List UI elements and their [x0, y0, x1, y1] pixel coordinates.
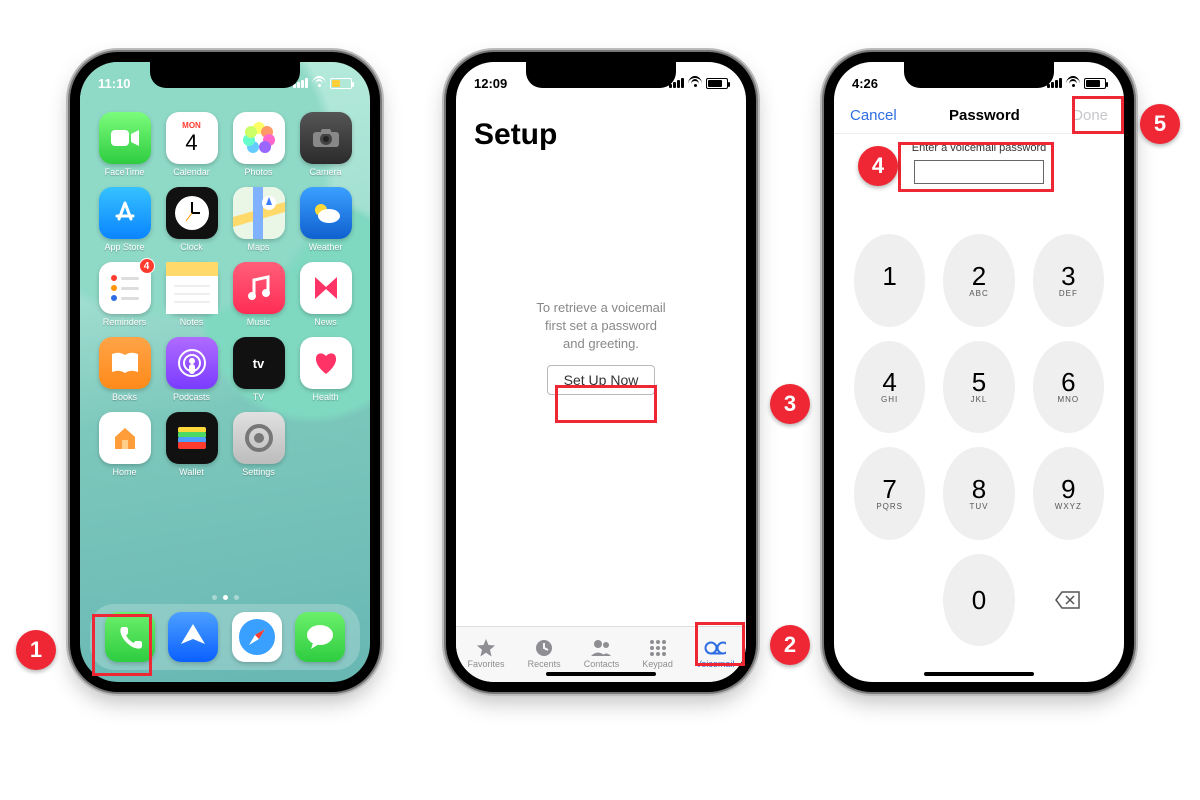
mail-icon [168, 612, 218, 662]
home-app-grid: FaceTime MON 4 Calendar [80, 106, 370, 477]
app-books[interactable]: Books [94, 337, 155, 402]
weather-icon [300, 187, 352, 239]
dock-messages[interactable] [295, 612, 345, 662]
app-maps[interactable]: Maps [228, 187, 289, 252]
star-icon [475, 639, 497, 657]
phone-2-setup: 12:09 Setup To retrieve a voicemail firs… [446, 52, 756, 692]
callout-5: 5 [1140, 104, 1180, 144]
callout-1: 1 [16, 630, 56, 670]
notch-icon [150, 62, 300, 88]
podcasts-icon [166, 337, 218, 389]
number-keypad: 1 2ABC 3DEF 4GHI 5JKL 6MNO 7PQRS 8TUV 9W… [834, 222, 1124, 660]
key-8[interactable]: 8TUV [943, 447, 1014, 540]
status-time: 12:09 [474, 76, 507, 91]
safari-icon [232, 612, 282, 662]
keypad-icon [647, 639, 669, 657]
dock-safari[interactable] [232, 612, 282, 662]
home-indicator [546, 672, 656, 676]
key-3[interactable]: 3DEF [1033, 234, 1104, 327]
notch-icon [904, 62, 1054, 88]
backspace-icon [1055, 591, 1081, 609]
app-home[interactable]: Home [94, 412, 155, 477]
battery-icon [1084, 78, 1106, 89]
calendar-icon: MON 4 [166, 112, 218, 164]
appstore-icon [99, 187, 151, 239]
facetime-icon [99, 112, 151, 164]
key-0[interactable]: 0 [943, 554, 1014, 647]
home-indicator [924, 672, 1034, 676]
app-notes[interactable]: Notes [161, 262, 222, 327]
wifi-icon [688, 78, 702, 88]
key-7[interactable]: 7PQRS [854, 447, 925, 540]
app-news[interactable]: News [295, 262, 356, 327]
nav-title: Password [949, 107, 1020, 124]
app-weather[interactable]: Weather [295, 187, 356, 252]
app-tv[interactable]: tv TV [228, 337, 289, 402]
tutorial-stage: 11:10 FaceTime MON [0, 0, 1200, 800]
photos-icon [233, 112, 285, 164]
app-health[interactable]: Health [295, 337, 356, 402]
key-2[interactable]: 2ABC [943, 234, 1014, 327]
setup-message: To retrieve a voicemail first set a pass… [536, 299, 665, 354]
tab-recents[interactable]: Recents [528, 639, 561, 669]
callout-4: 4 [858, 146, 898, 186]
tab-keypad[interactable]: Keypad [642, 639, 673, 669]
contacts-icon [590, 639, 612, 657]
camera-icon [300, 112, 352, 164]
key-1[interactable]: 1 [854, 234, 925, 327]
dock-mail[interactable] [168, 612, 218, 662]
app-camera[interactable]: Camera [295, 112, 356, 177]
app-reminders[interactable]: 4 Reminders [94, 262, 155, 327]
app-wallet[interactable]: Wallet [161, 412, 222, 477]
highlight-phone-app [92, 614, 152, 676]
app-podcasts[interactable]: Podcasts [161, 337, 222, 402]
phone-1-home: 11:10 FaceTime MON [70, 52, 380, 692]
key-5[interactable]: 5JKL [943, 341, 1014, 434]
callout-3: 3 [770, 384, 810, 424]
status-time: 4:26 [852, 76, 878, 91]
key-delete[interactable] [1033, 554, 1104, 647]
tv-icon: tv [233, 337, 285, 389]
highlight-done-button [1072, 96, 1124, 134]
music-icon [233, 262, 285, 314]
wallet-icon [166, 412, 218, 464]
highlight-password-field [898, 142, 1054, 192]
notes-icon [166, 262, 218, 314]
app-clock[interactable]: Clock [161, 187, 222, 252]
settings-icon [233, 412, 285, 464]
setup-content: To retrieve a voicemail first set a pass… [456, 62, 746, 632]
page-indicator [80, 595, 370, 600]
maps-icon [233, 187, 285, 239]
app-calendar[interactable]: MON 4 Calendar [161, 112, 222, 177]
clock-icon [166, 187, 218, 239]
health-icon [300, 337, 352, 389]
key-6[interactable]: 6MNO [1033, 341, 1104, 434]
messages-icon [295, 612, 345, 662]
reminders-icon: 4 [99, 262, 151, 314]
app-facetime[interactable]: FaceTime [94, 112, 155, 177]
key-9[interactable]: 9WXYZ [1033, 447, 1104, 540]
reminders-badge: 4 [139, 258, 155, 274]
highlight-set-up-now [555, 385, 657, 423]
app-appstore[interactable]: App Store [94, 187, 155, 252]
wifi-icon [1066, 78, 1080, 88]
clock-icon [533, 639, 555, 657]
tab-favorites[interactable]: Favorites [468, 639, 505, 669]
notch-icon [526, 62, 676, 88]
wifi-icon [312, 78, 326, 88]
battery-icon [330, 78, 352, 89]
tab-contacts[interactable]: Contacts [584, 639, 620, 669]
cancel-button[interactable]: Cancel [850, 107, 897, 124]
battery-icon [706, 78, 728, 89]
books-icon [99, 337, 151, 389]
highlight-voicemail-tab [695, 622, 745, 666]
home-icon [99, 412, 151, 464]
news-icon [300, 262, 352, 314]
app-settings[interactable]: Settings [228, 412, 289, 477]
app-music[interactable]: Music [228, 262, 289, 327]
key-4[interactable]: 4GHI [854, 341, 925, 434]
callout-2: 2 [770, 625, 810, 665]
status-time: 11:10 [98, 76, 131, 91]
app-photos[interactable]: Photos [228, 112, 289, 177]
